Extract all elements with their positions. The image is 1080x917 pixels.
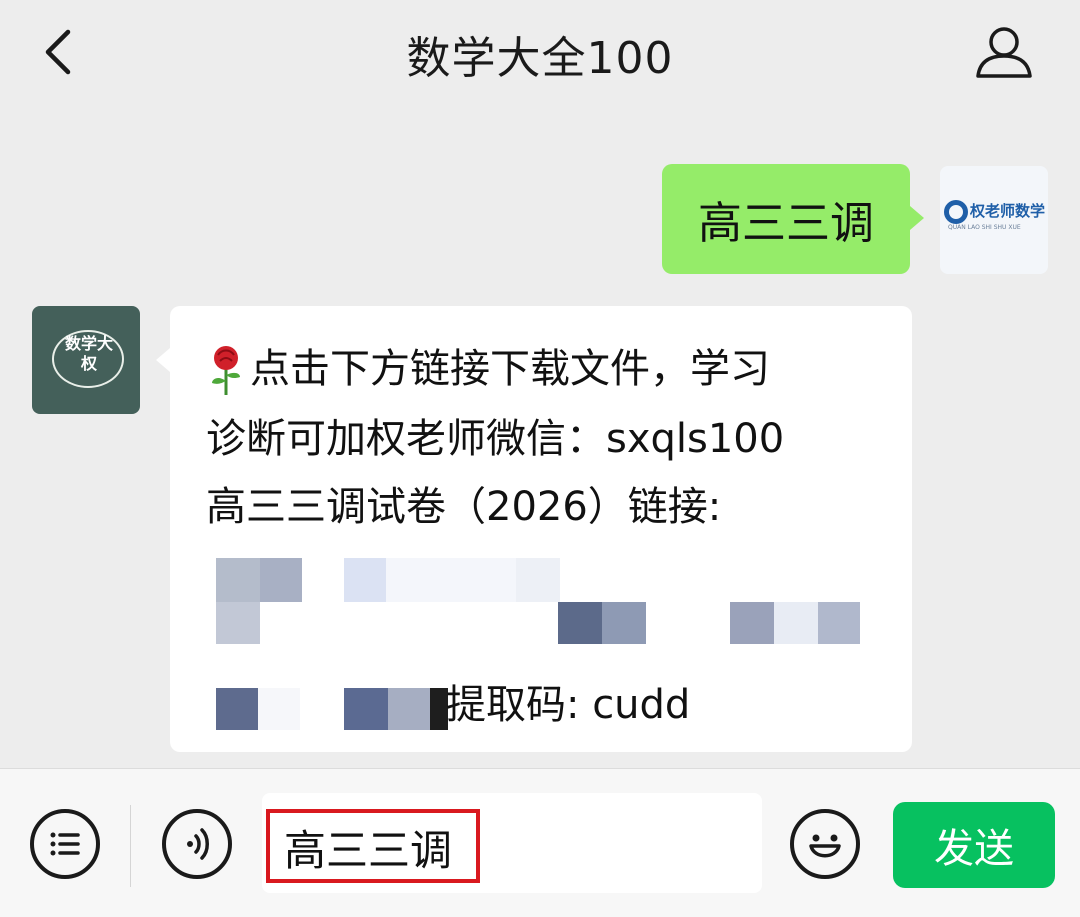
input-bar: 高三三调 发送: [0, 768, 1080, 917]
mosaic-block: [344, 688, 388, 730]
mosaic-block: [386, 558, 516, 602]
avatar-brand-subtitle: QUAN LAO SHI SHU XUE: [948, 224, 1021, 231]
mosaic-block: [258, 688, 300, 730]
message-line-3: 高三三调试卷（2026）链接:: [206, 484, 722, 530]
contact-avatar[interactable]: 数学大权: [32, 306, 140, 414]
send-button[interactable]: 发送: [893, 802, 1055, 888]
mosaic-block: [558, 602, 602, 644]
mosaic-block: [730, 602, 774, 644]
emoji-button[interactable]: [790, 809, 860, 879]
list-icon: [50, 832, 80, 856]
top-bar: 数学大全100: [0, 0, 1080, 110]
profile-button[interactable]: [968, 22, 1040, 84]
message-line-1-text: 点击下方链接下载文件，学习: [250, 346, 770, 392]
mosaic-block: [388, 688, 430, 730]
logo-q-icon: [944, 200, 968, 224]
avatar-brand-text: 权老师数学: [970, 202, 1046, 220]
rose-icon: [212, 346, 240, 395]
mosaic-block: [216, 602, 260, 644]
received-message-bubble[interactable]: 点击下方链接下载文件，学习 诊断可加权老师微信：sxqls100 高三三调试卷（…: [156, 306, 912, 752]
person-icon: [976, 27, 1032, 78]
mosaic-block: [818, 602, 860, 644]
menu-button[interactable]: [30, 809, 100, 879]
message-line-1: 点击下方链接下载文件，学习: [206, 336, 770, 397]
message-line-2: 诊断可加权老师微信：sxqls100: [206, 416, 785, 462]
divider: [130, 805, 131, 887]
mosaic-block: [260, 558, 302, 602]
message-input-value[interactable]: 高三三调: [284, 817, 452, 878]
my-avatar[interactable]: 权老师数学 QUAN LAO SHI SHU XUE: [940, 166, 1048, 274]
mosaic-block: [216, 558, 260, 602]
sent-message-bubble[interactable]: 高三三调: [662, 164, 924, 274]
sent-message-text: 高三三调: [698, 198, 874, 249]
contact-avatar-text: 数学大权: [64, 334, 113, 373]
mosaic-block: [602, 602, 646, 644]
chat-title: 数学大全100: [406, 33, 674, 84]
mosaic-block: [344, 558, 386, 602]
mosaic-block: [216, 688, 258, 730]
mosaic-block: [774, 602, 818, 644]
extraction-code: 提取码: cudd: [446, 682, 691, 728]
emoji-icon: [809, 834, 841, 858]
mosaic-block: [516, 558, 560, 602]
voice-button[interactable]: [162, 809, 232, 879]
voice-icon: [187, 828, 209, 860]
